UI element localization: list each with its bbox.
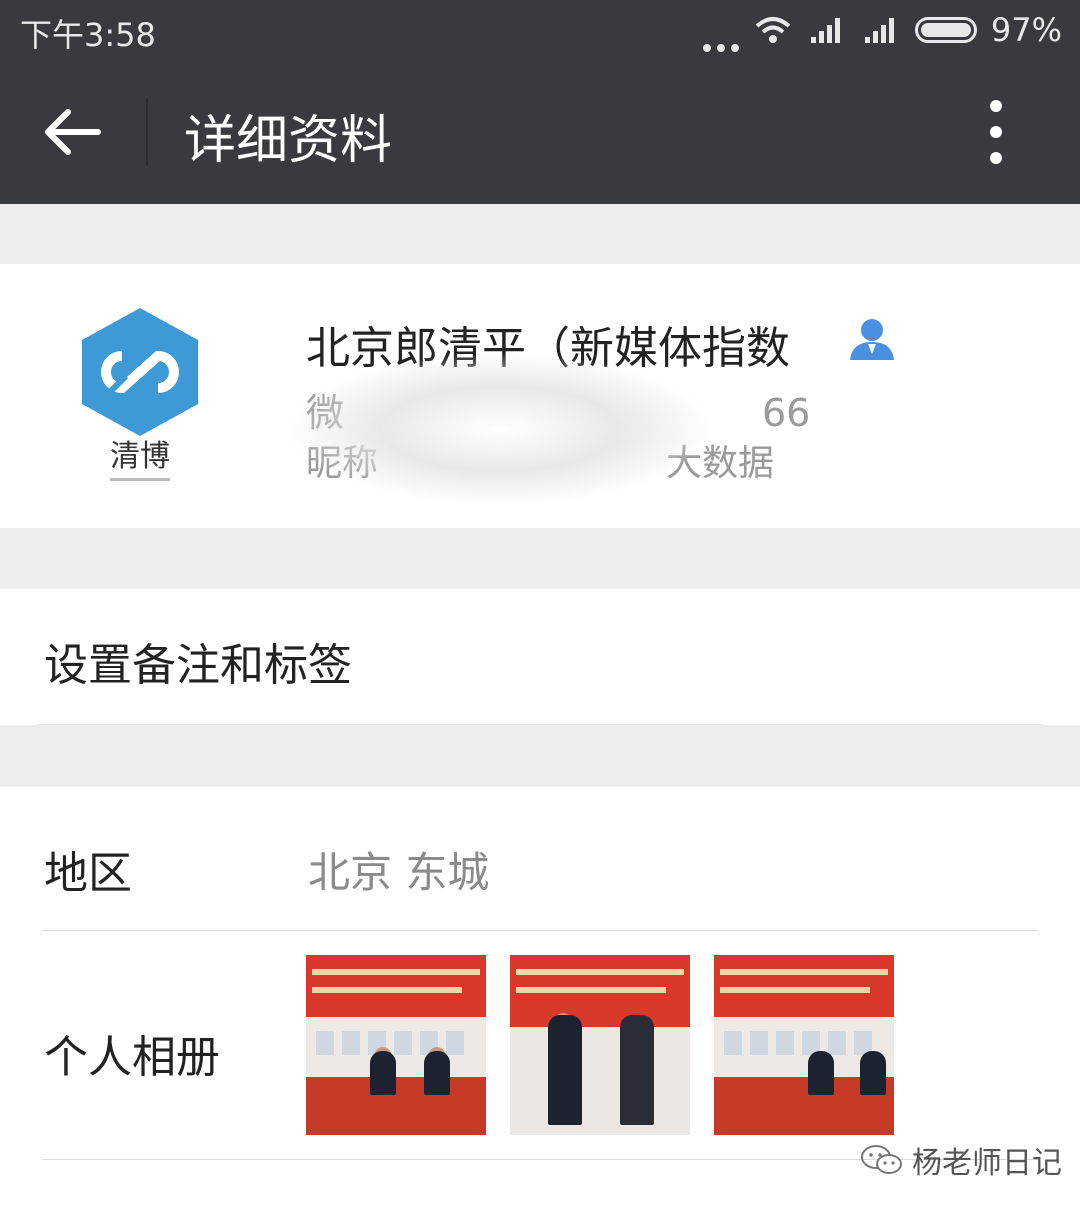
profile-card[interactable]: 清博 北京郎清平（新媒体指数 微 66 昵称 大数据 [0, 264, 1080, 528]
more-options-icon[interactable] [966, 96, 1026, 168]
avatar-caption: 清博 [110, 439, 170, 474]
remark-label: 设置备注和标签 [44, 640, 352, 691]
contact-person-icon [850, 319, 894, 360]
album-photo[interactable] [306, 955, 486, 1135]
page-title: 详细资料 [184, 111, 393, 171]
region-value: 北京 东城 [308, 848, 490, 897]
album-label: 个人相册 [44, 1032, 220, 1083]
watermark-text: 杨老师日记 [912, 1146, 1062, 1181]
status-icons: 97% [702, 8, 1062, 52]
back-arrow-icon[interactable] [40, 102, 104, 162]
more-notifications-icon [702, 8, 739, 52]
avatar[interactable]: 清博 [70, 304, 210, 494]
remark-row[interactable]: 设置备注和标签 [0, 589, 1080, 725]
redaction-smudge [290, 354, 710, 504]
album-photo[interactable] [714, 955, 894, 1135]
wechat-logo-icon [861, 1145, 902, 1174]
battery-icon [914, 17, 977, 43]
status-time: 下午3:58 [20, 16, 156, 54]
row-divider [36, 724, 1044, 725]
battery-percent: 97% [990, 11, 1062, 49]
appbar-divider [146, 98, 148, 166]
app-bar: 详细资料 [0, 60, 1080, 204]
album-photo[interactable] [510, 955, 690, 1135]
signal-icon-sim1 [810, 18, 840, 43]
watermark: 杨老师日记 [860, 1138, 1062, 1182]
row-divider [42, 930, 1038, 931]
region-label: 地区 [44, 848, 132, 899]
wifi-icon [755, 17, 791, 43]
signal-icon-sim2 [864, 18, 894, 43]
status-bar: 下午3:58 97% [0, 0, 1080, 60]
